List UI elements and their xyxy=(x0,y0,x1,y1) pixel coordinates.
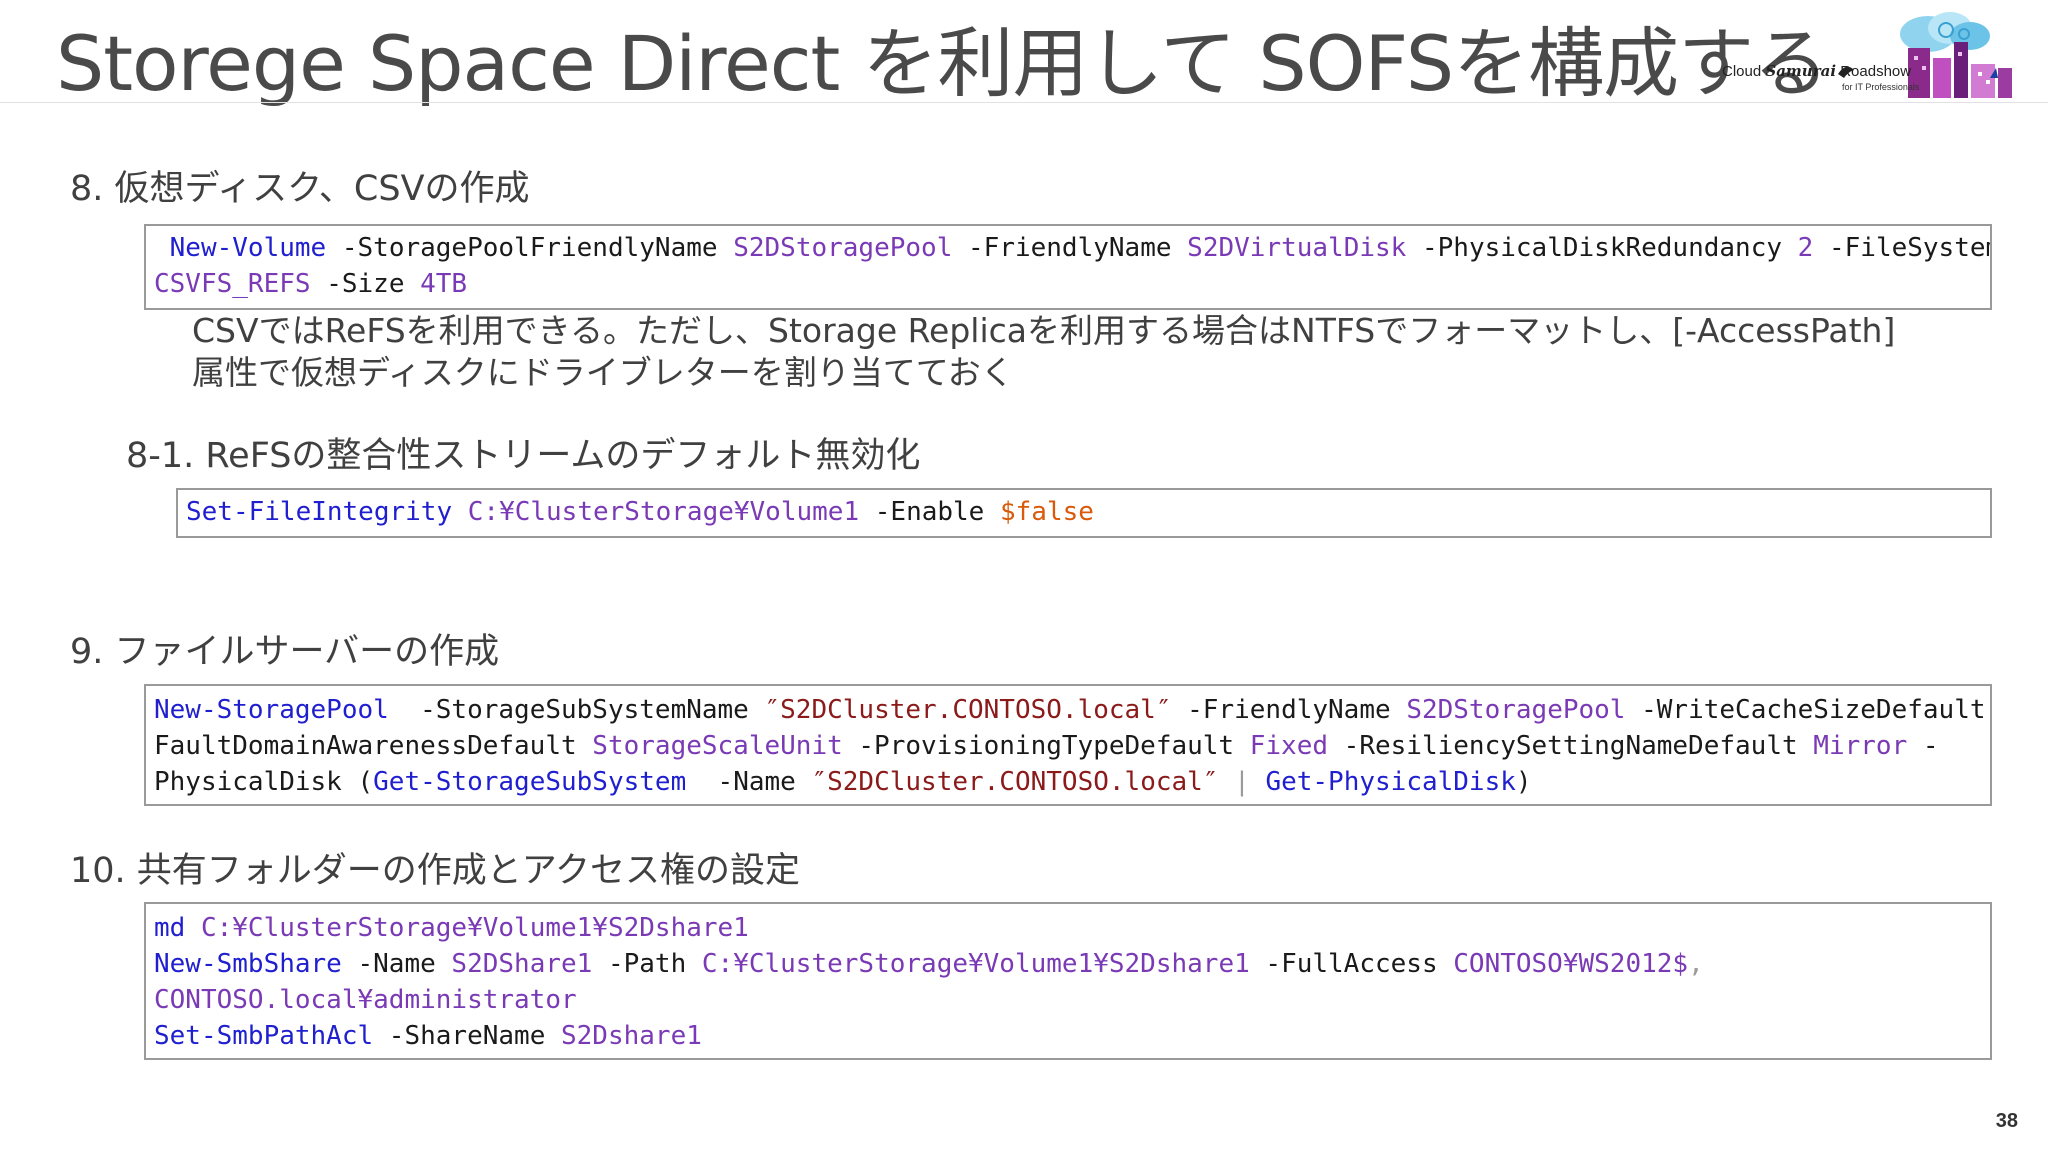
code-token: -StoragePoolFriendlyName xyxy=(326,233,734,263)
code-token: $false xyxy=(1000,497,1094,527)
logo-wordmark: Cloud Samurai Roadshow xyxy=(1722,62,1911,80)
code-token: -ProvisioningTypeDefault xyxy=(842,731,1250,761)
code-token: ( xyxy=(357,767,374,797)
code-token: -FullAccess xyxy=(1249,949,1454,979)
code-token: -StorageSubSystemName xyxy=(388,695,765,725)
code-token: , xyxy=(1688,949,1704,979)
note-line-2: 属性で仮想ディスクにドライブレターを割り当てておく xyxy=(192,353,1014,392)
code-token: Get-StorageSubSystem xyxy=(373,767,687,797)
code-line: md C:¥ClusterStorage¥Volume1¥S2Dshare1 xyxy=(154,910,1982,946)
code-token: New-Volume xyxy=(169,233,327,263)
code-line: New-StoragePool -StorageSubSystemName ″S… xyxy=(154,692,1986,728)
code-line: Set-FileIntegrity C:¥ClusterStorage¥Volu… xyxy=(186,494,1982,530)
code-token: FaultDomainAwarenessDefault xyxy=(154,731,593,761)
code-token: CSVFS_REFS xyxy=(154,269,311,299)
code-token: S2DStoragePool xyxy=(1406,695,1626,725)
code-token: 2 xyxy=(1797,233,1814,263)
code-token: -Path xyxy=(592,949,702,979)
code-token: CONTOSO¥WS2012$ xyxy=(1453,949,1689,979)
page-number: 38 xyxy=(1995,1110,2018,1132)
code-token: C:¥ClusterStorage¥Volume1¥S2Dshare1 xyxy=(701,949,1250,979)
code-token: ″S2DCluster.CONTOSO.local″ xyxy=(764,695,1172,725)
code-token: -WriteCacheSizeDefault xyxy=(1625,695,1992,725)
slide-title: Storege Space Direct を利用して SOFSを構成する xyxy=(56,19,1829,108)
section-9-heading: 9. ファイルサーバーの作成 xyxy=(70,632,500,672)
code-token: Set-SmbPathAcl xyxy=(154,1021,374,1051)
code-token: -PhysicalDiskRedundancy xyxy=(1406,233,1798,263)
code-token: New-StoragePool xyxy=(154,695,389,725)
code-token: S2DStoragePool xyxy=(733,233,953,263)
code-token: Set-FileIntegrity xyxy=(186,497,453,527)
code-token: | xyxy=(1218,767,1266,797)
note-line-1: CSVではReFSを利用できる。ただし、Storage Replicaを利用する… xyxy=(192,311,1896,350)
code-line: CONTOSO.local¥administrator xyxy=(154,982,1982,1018)
code-token: - xyxy=(1907,731,1939,761)
code-token: -Name xyxy=(341,949,452,979)
code-token: -Enable xyxy=(859,497,1000,527)
logo-subtitle: for IT Professionals xyxy=(1842,82,1920,92)
code-token: -ShareName xyxy=(373,1021,561,1051)
logo-word-roadshow: Roadshow xyxy=(1840,63,1912,80)
section-10-code-block[interactable]: md C:¥ClusterStorage¥Volume1¥S2Dshare1 Ne… xyxy=(144,902,1992,1060)
code-token: C:¥ClusterStorage¥Volume1 xyxy=(467,497,860,527)
section-8-heading: 8. 仮想ディスク、CSVの作成 xyxy=(70,169,530,209)
code-token: -Name xyxy=(686,767,812,797)
code-token: C:¥ClusterStorage¥Volume1¥S2Dshare1 xyxy=(200,913,749,943)
logo-word-samurai: Samurai xyxy=(1765,62,1837,80)
code-token: md xyxy=(154,913,186,943)
code-token: Mirror xyxy=(1813,731,1908,761)
code-token: 4TB xyxy=(420,269,468,299)
code-token: ″S2DCluster.CONTOSO.local″ xyxy=(811,767,1219,797)
code-line: New-SmbShare -Name S2DShare1 -Path C:¥Cl… xyxy=(154,946,1982,982)
code-token: -FriendlyName xyxy=(952,233,1188,263)
code-line: CSVFS_REFS -Size 4TB xyxy=(154,266,1982,302)
section-8-note: CSVではReFSを利用できる。ただし、Storage Replicaを利用する… xyxy=(192,310,1972,394)
code-token: Get-PhysicalDisk xyxy=(1265,767,1516,797)
title-divider xyxy=(0,102,2048,103)
code-token: -ResiliencySettingNameDefault xyxy=(1328,731,1814,761)
code-token: -FileSystem xyxy=(1813,233,1992,263)
code-token: -FriendlyName xyxy=(1171,695,1407,725)
section-8-code-block[interactable]: New-Volume -StoragePoolFriendlyName S2DS… xyxy=(144,224,1992,310)
code-token: S2DShare1 xyxy=(451,949,593,979)
logo-word-cloud: Cloud xyxy=(1722,63,1762,80)
code-token: StorageScaleUnit xyxy=(592,731,843,761)
section-8-1-heading: 8-1. ReFSの整合性ストリームのデフォルト無効化 xyxy=(126,436,921,476)
code-token: ) xyxy=(1515,767,1532,797)
section-10-heading: 10. 共有フォルダーの作成とアクセス権の設定 xyxy=(70,851,801,891)
code-token: PhysicalDisk xyxy=(154,767,358,797)
code-token: New-SmbShare xyxy=(154,949,342,979)
code-line: FaultDomainAwarenessDefault StorageScale… xyxy=(154,728,1982,764)
code-token: Fixed xyxy=(1249,731,1329,761)
code-line: Set-SmbPathAcl -ShareName S2Dshare1 xyxy=(154,1018,1982,1054)
section-8-1-code-block[interactable]: Set-FileIntegrity C:¥ClusterStorage¥Volu… xyxy=(176,488,1992,538)
code-token: -Size xyxy=(310,269,421,299)
code-token: CONTOSO.local¥administrator xyxy=(154,985,577,1015)
code-line: PhysicalDisk (Get-StorageSubSystem -Name… xyxy=(154,764,1982,800)
code-token: S2DVirtualDisk xyxy=(1187,233,1407,263)
section-9-code-block[interactable]: New-StoragePool -StorageSubSystemName ″S… xyxy=(144,684,1992,806)
code-token: S2Dshare1 xyxy=(561,1021,702,1051)
code-line: New-Volume -StoragePoolFriendlyName S2DS… xyxy=(154,230,1990,266)
